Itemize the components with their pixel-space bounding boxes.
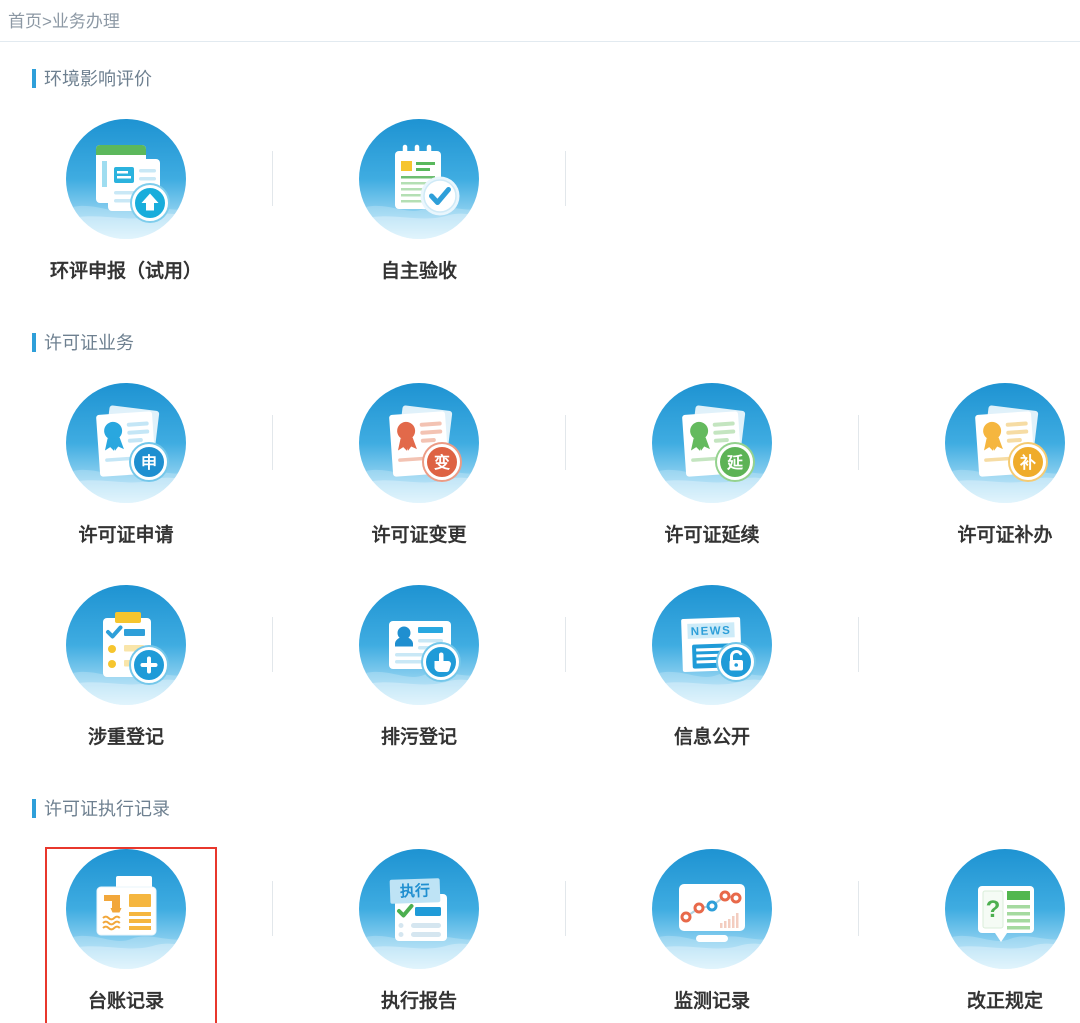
menu-item-execution-report[interactable]: 执行 执行报告 xyxy=(299,849,539,1013)
title-accent-bar xyxy=(32,69,36,88)
menu-item-heavy-metal-registration[interactable]: 涉重登记 xyxy=(6,585,246,749)
news-unlock-icon: NEWS xyxy=(652,585,772,705)
column-divider xyxy=(565,415,566,470)
question-book-icon: ? xyxy=(945,849,1065,969)
section-title: 环境影响评价 xyxy=(44,65,152,91)
title-accent-bar xyxy=(32,333,36,352)
ledger-record-icon xyxy=(66,849,186,969)
section-header: 环境影响评价 xyxy=(0,67,1080,89)
menu-item-label: 许可证变更 xyxy=(299,525,539,547)
svg-text:申: 申 xyxy=(141,453,157,472)
menu-item-label: 改正规定 xyxy=(885,991,1080,1013)
menu-item-label: 自主验收 xyxy=(299,261,539,283)
menu-item-label: 许可证申请 xyxy=(6,525,246,547)
menu-item-license-application[interactable]: 申 许可证申请 xyxy=(6,383,246,547)
menu-item-license-change[interactable]: 变 许可证变更 xyxy=(299,383,539,547)
menu-item-label: 台账记录 xyxy=(6,991,246,1013)
svg-text:延: 延 xyxy=(726,453,744,472)
svg-text:NEWS: NEWS xyxy=(691,625,732,638)
menu-item-label: 监测记录 xyxy=(592,991,832,1013)
menu-item-license-renewal[interactable]: 延 许可证延续 xyxy=(592,383,832,547)
notepad-check-icon xyxy=(359,119,479,239)
column-divider xyxy=(858,617,859,672)
icon-row: 环评申报（试用） xyxy=(0,119,1080,283)
certificate-renew-icon: 延 xyxy=(652,383,772,503)
menu-item-ledger-records[interactable]: 台账记录 xyxy=(6,849,246,1013)
menu-item-label: 涉重登记 xyxy=(6,727,246,749)
menu-item-label: 许可证延续 xyxy=(592,525,832,547)
menu-item-label: 排污登记 xyxy=(299,727,539,749)
column-divider xyxy=(858,415,859,470)
certificate-reissue-icon: 补 xyxy=(945,383,1065,503)
column-divider xyxy=(565,617,566,672)
section-header: 许可证执行记录 xyxy=(0,797,1080,819)
menu-item-self-acceptance[interactable]: 自主验收 xyxy=(299,119,539,283)
breadcrumb[interactable]: 首页>业务办理 xyxy=(0,0,1080,42)
icon-row: 涉重登记 xyxy=(0,585,1080,749)
certificate-change-icon: 变 xyxy=(359,383,479,503)
menu-item-discharge-registration[interactable]: 排污登记 xyxy=(299,585,539,749)
registration-hand-icon xyxy=(359,585,479,705)
column-divider xyxy=(565,881,566,936)
svg-text:补: 补 xyxy=(1019,453,1036,472)
section-title: 许可证业务 xyxy=(44,329,134,355)
column-divider xyxy=(858,881,859,936)
menu-item-correction-rules[interactable]: ? 改正规定 xyxy=(885,849,1080,1013)
menu-item-label: 环评申报（试用） xyxy=(6,261,246,283)
menu-item-label: 信息公开 xyxy=(592,727,832,749)
monitor-chart-icon xyxy=(652,849,772,969)
menu-item-license-reissue[interactable]: 补 许可证补办 xyxy=(885,383,1080,547)
column-divider xyxy=(565,151,566,206)
execution-report-icon: 执行 xyxy=(359,849,479,969)
icon-row: 台账记录 执行 xyxy=(0,849,1080,1013)
section-title: 许可证执行记录 xyxy=(44,795,170,821)
title-accent-bar xyxy=(32,799,36,818)
menu-item-label: 执行报告 xyxy=(299,991,539,1013)
menu-item-monitoring-records[interactable]: 监测记录 xyxy=(592,849,832,1013)
business-handling-page: 首页>业务办理 环境影响评价 xyxy=(0,0,1080,1023)
svg-text:执行: 执行 xyxy=(400,881,431,900)
checklist-add-icon xyxy=(66,585,186,705)
menu-item-eia-declaration-trial[interactable]: 环评申报（试用） xyxy=(6,119,246,283)
svg-text:变: 变 xyxy=(434,453,450,472)
section-header: 许可证业务 xyxy=(0,331,1080,353)
section-license-execution: 许可证执行记录 xyxy=(0,797,1080,1013)
menu-item-label: 许可证补办 xyxy=(885,525,1080,547)
section-license: 许可证业务 xyxy=(0,331,1080,749)
eia-upload-icon xyxy=(66,119,186,239)
column-divider xyxy=(272,415,273,470)
icon-row: 申 许可证申请 xyxy=(0,383,1080,547)
certificate-apply-icon: 申 xyxy=(66,383,186,503)
column-divider xyxy=(272,151,273,206)
svg-text:?: ? xyxy=(986,896,1001,923)
menu-item-information-disclosure[interactable]: NEWS 信息公开 xyxy=(592,585,832,749)
column-divider xyxy=(272,881,273,936)
section-eia: 环境影响评价 xyxy=(0,67,1080,283)
column-divider xyxy=(272,617,273,672)
